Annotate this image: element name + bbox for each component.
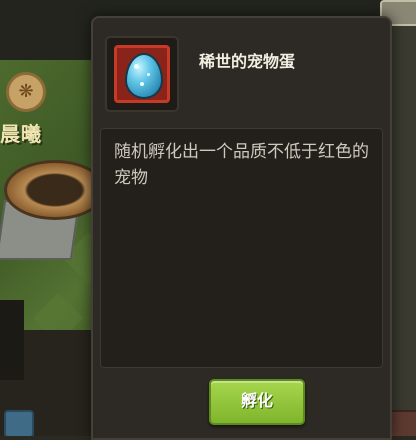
wheat-icon: ❋ bbox=[6, 72, 46, 112]
rarity-border bbox=[114, 45, 170, 103]
egg-sparkle bbox=[147, 73, 150, 76]
item-detail-popup: 稀世的宠物蛋 随机孵化出一个品质不低于红色的宠物 孵化 bbox=[91, 16, 392, 440]
egg-sparkle bbox=[140, 82, 144, 86]
item-icon-frame bbox=[105, 36, 179, 112]
time-of-day-label: 晨曦 bbox=[0, 122, 42, 146]
description-box: 随机孵化出一个品质不低于红色的宠物 bbox=[100, 128, 383, 368]
bottom-left-button[interactable] bbox=[4, 410, 34, 436]
item-description: 随机孵化出一个品质不低于红色的宠物 bbox=[114, 142, 369, 188]
scene-right-edge bbox=[392, 0, 416, 436]
egg-sparkle bbox=[134, 64, 139, 69]
hatch-button[interactable]: 孵化 bbox=[209, 379, 305, 425]
pet-egg-icon bbox=[125, 53, 163, 99]
dark-pillar bbox=[0, 300, 24, 380]
item-name: 稀世的宠物蛋 bbox=[199, 52, 296, 71]
